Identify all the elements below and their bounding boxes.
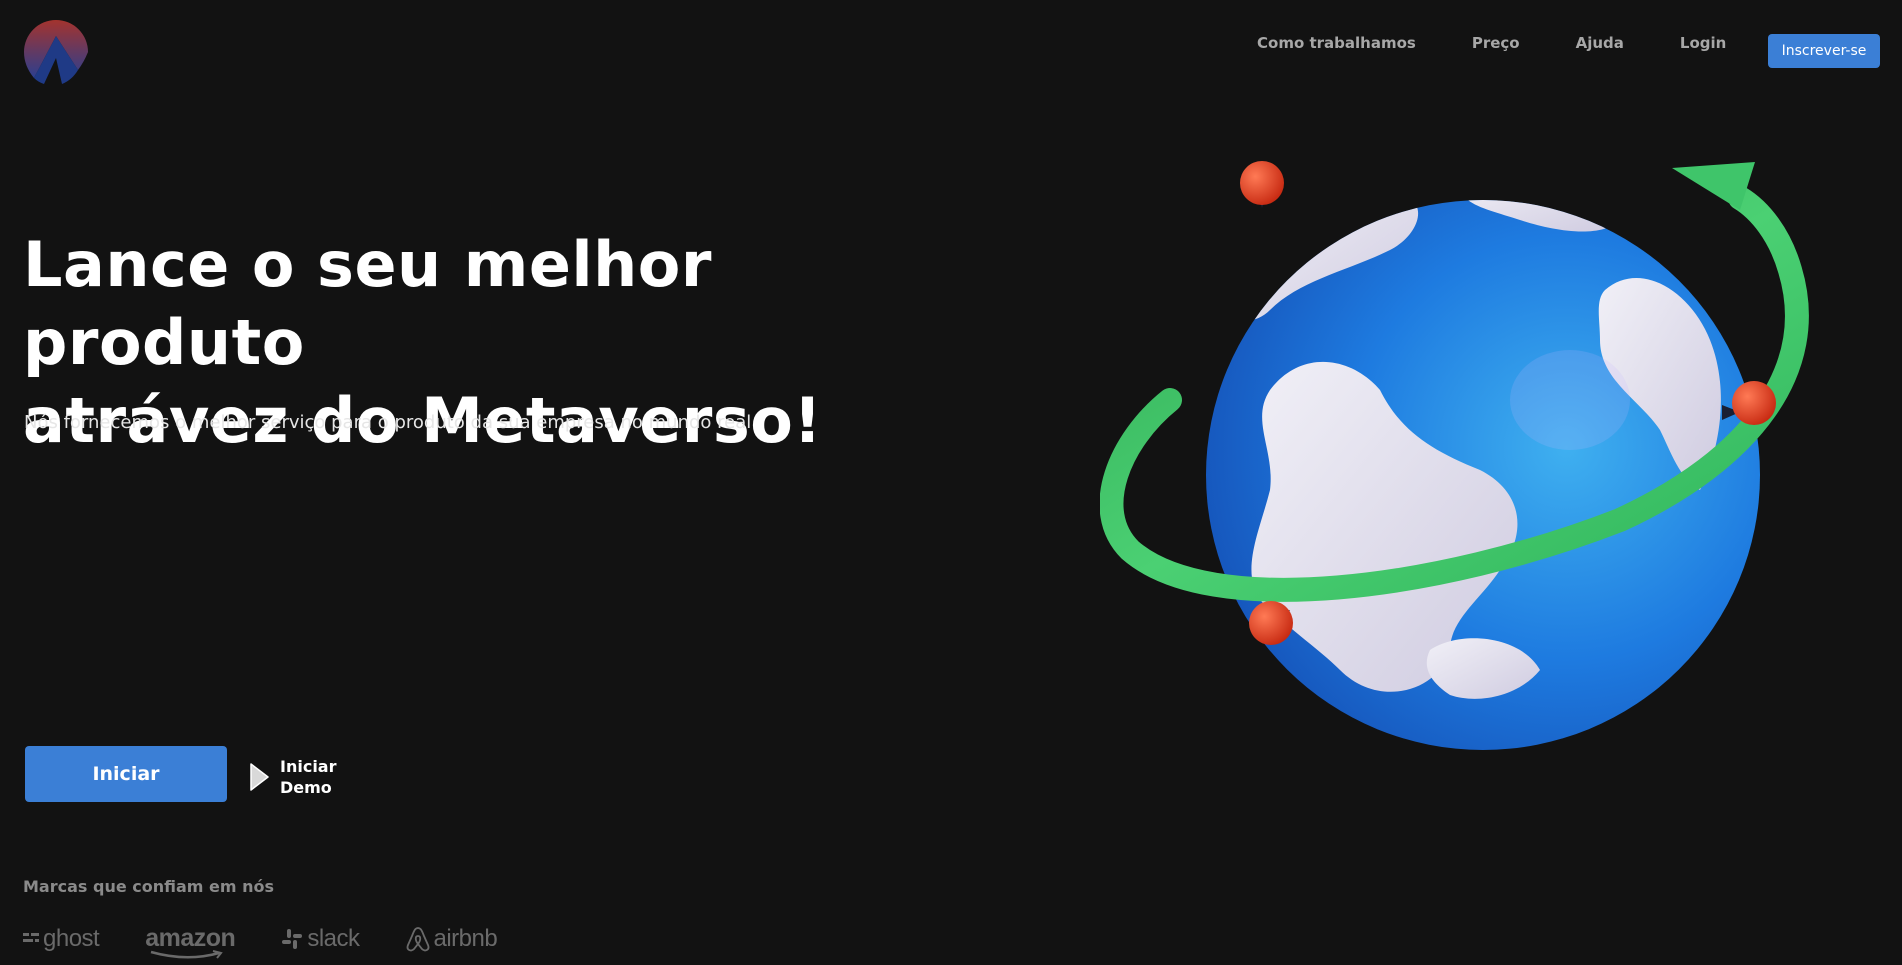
brand-ghost-name: ghost (43, 924, 100, 952)
nav-preco[interactable]: Preço (1472, 34, 1520, 52)
nav-como-trabalhamos[interactable]: Como trabalhamos (1257, 34, 1416, 52)
main-nav: Como trabalhamos Preço Ajuda Login (1257, 34, 1782, 52)
brand-amazon-name: amazon (145, 924, 236, 952)
brands-list: ghost amazon slack airbnb (23, 924, 543, 959)
brand-amazon: amazon (145, 924, 236, 959)
brand-slack-name: slack (307, 924, 360, 952)
pin-bottom (1249, 601, 1293, 645)
pin-top (1240, 161, 1284, 208)
slack-icon (282, 928, 303, 949)
brand-airbnb-name: airbnb (433, 924, 498, 952)
amazon-smile-icon (150, 950, 223, 959)
brands-title: Marcas que confiam em nós (23, 877, 275, 896)
landing-page: Como trabalhamos Preço Ajuda Login Inscr… (0, 0, 1902, 965)
demo-label: Iniciar Demo (280, 757, 337, 797)
brand-ghost: ghost (23, 924, 100, 953)
nav-login[interactable]: Login (1680, 34, 1726, 52)
logo-icon[interactable] (22, 18, 90, 86)
airbnb-icon (406, 926, 429, 951)
hero-title-line-1: Lance o seu melhor produto (23, 228, 712, 379)
nav-ajuda[interactable]: Ajuda (1576, 34, 1624, 52)
start-button[interactable]: Iniciar (25, 746, 227, 802)
signup-button[interactable]: Inscrever-se (1768, 34, 1880, 68)
play-icon (250, 763, 269, 791)
brand-slack: slack (281, 924, 360, 953)
hero-subtitle: Nós fornecemos o melhor serviço para o p… (24, 412, 752, 433)
demo-button[interactable]: Iniciar Demo (248, 756, 350, 798)
globe-illustration (1100, 161, 1809, 750)
brand-airbnb: airbnb (406, 925, 498, 953)
ghost-icon (23, 932, 39, 942)
